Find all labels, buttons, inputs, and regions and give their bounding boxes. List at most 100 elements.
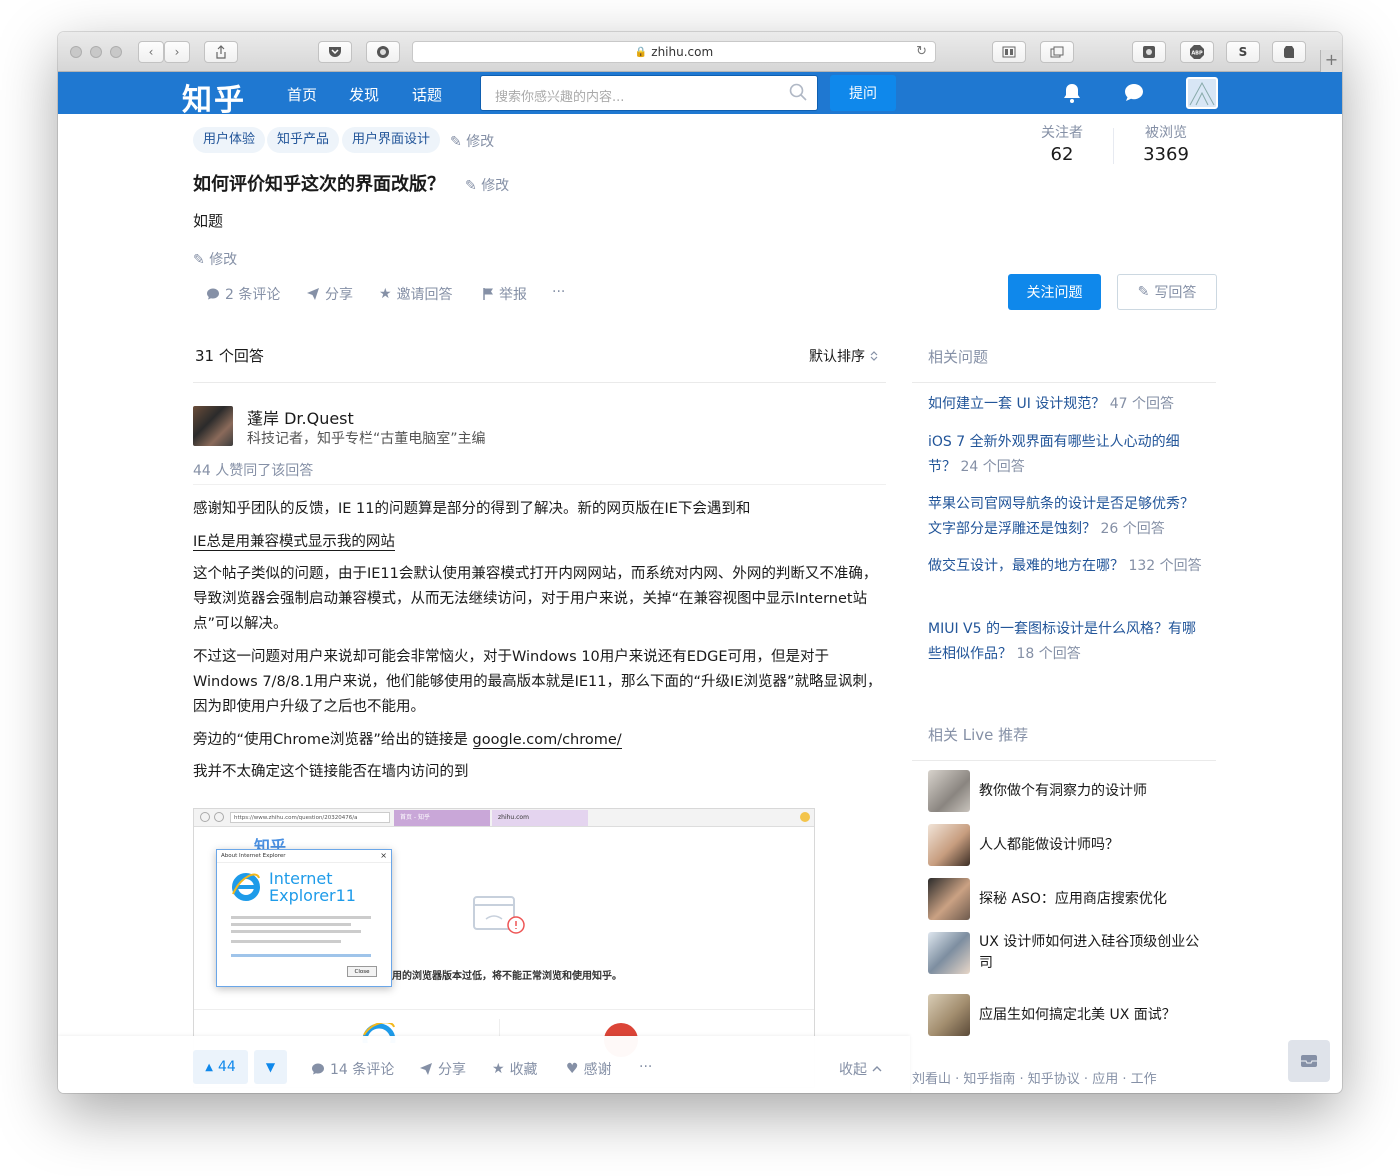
pocket-icon [329, 47, 341, 57]
close-window-button[interactable] [70, 46, 82, 58]
follow-question-button[interactable]: 关注问题 [1008, 274, 1101, 310]
live-item[interactable]: UX 设计师如何进入硅谷顶级创业公司 [928, 932, 1204, 974]
chevron-up-icon [872, 1066, 882, 1072]
related-question-title[interactable]: 如何建立一套 UI 设计规范？ [928, 396, 1105, 412]
share-button[interactable] [204, 41, 238, 63]
live-title[interactable]: 教你做个有洞察力的设计师 [979, 781, 1204, 802]
topic-tag[interactable]: 用户体验 [193, 127, 266, 153]
divider [912, 760, 1216, 761]
topic-tag[interactable]: 知乎产品 [267, 127, 340, 153]
related-question[interactable]: 如何建立一套 UI 设计规范？ 47 个回答 [928, 392, 1203, 417]
s-extension-button[interactable]: S [1226, 41, 1260, 63]
copyright-line [231, 954, 371, 957]
live-item[interactable]: 应届生如何搞定北美 UX 面试？ [928, 994, 1204, 1036]
upvote-count: 44 [217, 1059, 236, 1075]
answer-action-bar: ▲ 44 ▼ 14 条评论 分享 ★ 收藏 ♥ 感谢 ··· 收起 [58, 1036, 910, 1093]
forward-button[interactable]: › [164, 41, 190, 63]
thanks-button[interactable]: ♥ 感谢 [566, 1059, 612, 1079]
search-input[interactable]: 搜索你感兴趣的内容... [480, 75, 818, 111]
version-line [231, 923, 351, 926]
divider [912, 382, 1216, 383]
reload-icon[interactable]: ↻ [916, 44, 927, 59]
forward-icon [214, 812, 224, 822]
answer-share-button[interactable]: 分享 [419, 1059, 466, 1079]
answer-comments-button[interactable]: 14 条评论 [311, 1059, 394, 1079]
smiley-icon [800, 812, 810, 822]
live-title[interactable]: UX 设计师如何进入硅谷顶级创业公司 [979, 932, 1204, 974]
search-placeholder: 搜索你感兴趣的内容... [495, 90, 625, 105]
answer-link-paragraph: IE总是用兼容模式显示我的网站 [193, 530, 886, 555]
inbox-icon [1301, 1055, 1317, 1067]
live-avatar [928, 932, 970, 974]
ask-question-button[interactable]: 提问 [830, 75, 896, 111]
topic-tag[interactable]: 用户界面设计 [342, 127, 441, 153]
edit-title-link[interactable]: ✎ 修改 [465, 175, 509, 195]
nav-explore[interactable]: 发现 [349, 84, 379, 105]
chrome-link[interactable]: google.com/chrome/ [472, 732, 622, 749]
zhihu-logo[interactable]: 知乎 [182, 75, 246, 119]
reader-button[interactable] [992, 41, 1026, 63]
invite-answer-button[interactable]: ★ 邀请回答 [379, 284, 453, 304]
live-title[interactable]: 应届生如何搞定北美 UX 面试？ [979, 1005, 1204, 1026]
new-tab-button[interactable]: + [1320, 50, 1342, 72]
nav-topics[interactable]: 话题 [412, 84, 442, 105]
site-navbar: 知乎 首页 发现 话题 搜索你感兴趣的内容... 提问 [58, 72, 1342, 118]
bell-icon[interactable] [1060, 81, 1084, 105]
pocket-button[interactable] [318, 41, 352, 63]
zoom-window-button[interactable] [110, 46, 122, 58]
browser-window: ‹ › 🔒 zhihu.com ↻ ABP S + 知乎 首页 发现 话题 搜索… [58, 32, 1342, 1093]
minimize-window-button[interactable] [90, 46, 102, 58]
messages-icon[interactable] [1122, 81, 1146, 105]
ie-name-1: Internet [269, 869, 333, 888]
record-extension-button[interactable] [1132, 41, 1166, 63]
search-icon[interactable] [789, 83, 807, 101]
live-item[interactable]: 探秘 ASO：应用商店搜索优化 [928, 878, 1204, 920]
extension-button[interactable] [366, 41, 400, 63]
vote-summary[interactable]: 44 人赞同了该回答 [193, 460, 313, 480]
address-bar[interactable]: 🔒 zhihu.com ↻ [412, 41, 936, 63]
nav-home[interactable]: 首页 [287, 84, 317, 105]
live-avatar [928, 994, 970, 1036]
compat-mode-link[interactable]: IE总是用兼容模式显示我的网站 [193, 534, 395, 551]
embedded-divider [194, 1009, 814, 1010]
related-question[interactable]: iOS 7 全新外观界面有哪些让人心动的细节？ 24 个回答 [928, 430, 1203, 480]
related-question[interactable]: 做交互设计，最难的地方在哪？ 132 个回答 [928, 554, 1203, 579]
author-name[interactable]: 蓬岸 Dr.Quest [247, 405, 354, 429]
author-bio: 科技记者，知乎专栏“古董电脑室”主编 [247, 431, 486, 447]
live-item[interactable]: 人人都能做设计师吗？ [928, 824, 1204, 866]
upvote-button[interactable]: ▲ 44 [193, 1050, 248, 1084]
followers-count[interactable]: 62 [1022, 144, 1102, 165]
more-actions-button[interactable]: ··· [552, 284, 565, 300]
live-recommend-title: 相关 Live 推荐 [928, 726, 1029, 744]
sidebar-footer[interactable]: 刘看山 · 知乎指南 · 知乎协议 · 应用 · 工作 [912, 1068, 1157, 1087]
question-comments-button[interactable]: 2 条评论 [206, 284, 280, 304]
report-button[interactable]: 举报 [482, 284, 527, 304]
dialog-close-button: Close [347, 966, 377, 977]
answer-more-button[interactable]: ··· [639, 1059, 652, 1075]
feedback-button[interactable] [1288, 1040, 1330, 1082]
abp-icon: ABP [1190, 45, 1204, 59]
downvote-button[interactable]: ▼ [254, 1050, 287, 1084]
write-answer-button[interactable]: ✎ 写回答 [1117, 274, 1217, 310]
collapse-button[interactable]: 收起 [839, 1059, 882, 1079]
author-avatar[interactable] [193, 406, 233, 446]
live-title[interactable]: 人人都能做设计师吗？ [979, 835, 1204, 856]
related-question[interactable]: 苹果公司官网导航条的设计是否足够优秀？文字部分是浮雕还是蚀刻？ 26 个回答 [928, 492, 1203, 542]
live-title[interactable]: 探秘 ASO：应用商店搜索优化 [979, 889, 1204, 910]
live-item[interactable]: 教你做个有洞察力的设计师 [928, 770, 1204, 812]
related-question-title[interactable]: 做交互设计，最难的地方在哪？ [928, 558, 1124, 574]
back-button[interactable]: ‹ [138, 41, 164, 63]
tabs-overview-button[interactable] [1040, 41, 1074, 63]
embedded-browser-bar: https://www.zhihu.com/question/20320476/… [194, 809, 814, 827]
edit-tags-link[interactable]: ✎ 修改 [450, 131, 494, 151]
share-label: 分享 [325, 287, 353, 303]
related-question-count: 24 个回答 [960, 459, 1025, 475]
user-avatar[interactable] [1186, 77, 1218, 109]
related-question[interactable]: MIUI V5 的一套图标设计是什么风格？有哪些相似作品？ 18 个回答 [928, 617, 1203, 667]
edit-detail-link[interactable]: ✎ 修改 [193, 249, 237, 269]
question-share-button[interactable]: 分享 [306, 284, 353, 304]
collect-button[interactable]: ★ 收藏 [492, 1059, 538, 1079]
adblock-button[interactable]: ABP [1180, 41, 1214, 63]
sort-dropdown[interactable]: 默认排序 [809, 346, 878, 366]
evernote-button[interactable] [1272, 41, 1306, 63]
